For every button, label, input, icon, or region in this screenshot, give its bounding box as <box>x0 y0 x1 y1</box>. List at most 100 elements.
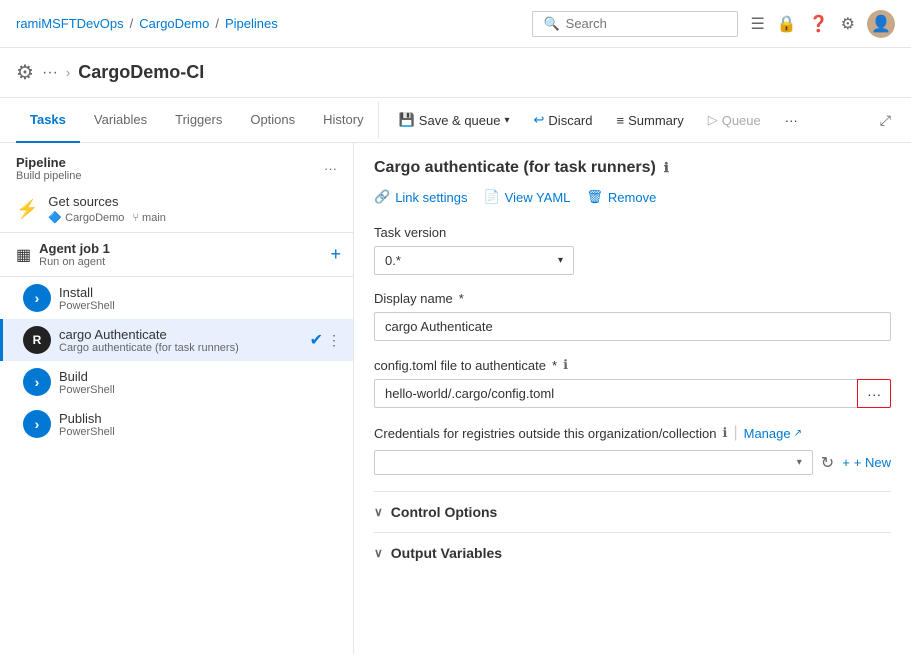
control-options-chevron-icon: ∨ <box>374 505 383 519</box>
tab-variables[interactable]: Variables <box>80 99 161 143</box>
task-version-select[interactable]: 0.* ▾ <box>374 246 574 275</box>
more-toolbar-button[interactable]: ··· <box>777 109 806 132</box>
discard-label: Discard <box>548 113 592 128</box>
display-name-group: Display name * <box>374 291 891 341</box>
credentials-select[interactable]: ▾ <box>374 450 813 475</box>
tab-history[interactable]: History <box>309 99 377 143</box>
breadcrumb-org[interactable]: ramiMSFTDevOps <box>16 16 124 31</box>
plus-icon: + <box>842 455 850 470</box>
remove-label: Remove <box>608 190 656 205</box>
output-variables-section[interactable]: ∨ Output Variables <box>374 532 891 573</box>
task-version-group: Task version 0.* ▾ <box>374 225 891 275</box>
link-settings-label: Link settings <box>395 190 467 205</box>
more-options-icon[interactable]: ··· <box>42 64 58 82</box>
task-install-sub: PowerShell <box>59 300 341 312</box>
view-yaml-button[interactable]: 📄 View YAML <box>483 189 570 205</box>
title-info-icon[interactable]: ℹ <box>664 160 669 176</box>
save-icon: 💾 <box>399 112 415 128</box>
display-name-label: Display name * <box>374 291 891 306</box>
get-sources-meta: 🔷 CargoDemo ⑂ main <box>48 211 337 224</box>
yaml-icon: 📄 <box>483 189 499 205</box>
main-layout: Pipeline Build pipeline ··· ⚡ Get source… <box>0 143 911 654</box>
agent-job-icon: ▦ <box>16 245 31 265</box>
output-variables-label: Output Variables <box>391 545 502 561</box>
ellipsis-icon: ··· <box>867 386 881 402</box>
breadcrumb-pipelines[interactable]: Pipelines <box>225 16 278 31</box>
remove-button[interactable]: 🗑 Remove <box>586 189 656 205</box>
credentials-label: Credentials for registries outside this … <box>374 424 891 442</box>
display-name-input[interactable] <box>374 312 891 341</box>
config-toml-browse-button[interactable]: ··· <box>857 379 891 408</box>
more-icon: ··· <box>785 113 798 128</box>
help-icon[interactable]: ❓ <box>809 14 829 34</box>
agent-job-header: ▦ Agent job 1 Run on agent + <box>0 232 353 277</box>
remove-icon: 🗑 <box>586 189 603 205</box>
link-settings-button[interactable]: 🔗 Link settings <box>374 189 467 205</box>
new-label: + New <box>854 455 891 470</box>
task-publish-name: Publish <box>59 411 341 426</box>
credentials-info-icon[interactable]: ℹ <box>723 425 728 441</box>
task-cargo-name: cargo Authenticate <box>59 327 310 342</box>
agent-job-sub: Run on agent <box>39 256 110 268</box>
task-publish[interactable]: › Publish PowerShell <box>0 403 353 445</box>
config-toml-label-text: config.toml file to authenticate <box>374 358 546 373</box>
list-icon[interactable]: ☰ <box>750 14 764 34</box>
summary-icon: ≡ <box>617 113 625 128</box>
config-toml-input[interactable] <box>374 379 857 408</box>
summary-button[interactable]: ≡ Summary <box>609 109 692 132</box>
get-sources-name: Get sources <box>48 194 337 209</box>
control-options-section[interactable]: ∨ Control Options <box>374 491 891 532</box>
task-cargo-authenticate[interactable]: R cargo Authenticate Cargo authenticate … <box>0 319 353 361</box>
repo-name: CargoDemo <box>65 212 124 224</box>
task-version-label: Task version <box>374 225 891 240</box>
agent-job-text: Agent job 1 Run on agent <box>39 241 110 268</box>
tab-options[interactable]: Options <box>236 99 309 143</box>
output-variables-chevron-icon: ∨ <box>374 546 383 560</box>
expand-button[interactable]: ⤢ <box>872 108 899 133</box>
task-build-name: Build <box>59 369 341 384</box>
manage-link[interactable]: Manage ↗ <box>744 426 802 441</box>
task-publish-sub: PowerShell <box>59 426 341 438</box>
save-queue-button[interactable]: 💾 Save & queue ▾ <box>391 108 518 132</box>
search-input[interactable] <box>566 16 728 31</box>
repo-icon: 🔷 <box>48 211 62 224</box>
add-task-button[interactable]: + <box>330 244 341 265</box>
page-header: ⚙ ··· › CargoDemo-CI <box>0 48 911 98</box>
get-sources-item[interactable]: ⚡ Get sources 🔷 CargoDemo ⑂ main <box>0 186 353 232</box>
pipeline-section-header: Pipeline Build pipeline ··· <box>0 143 353 186</box>
branch-meta: ⑂ main <box>132 212 165 224</box>
display-name-label-text: Display name <box>374 291 453 306</box>
task-version-value: 0.* <box>385 253 401 268</box>
tab-triggers[interactable]: Triggers <box>161 99 236 143</box>
content-title: Cargo authenticate (for task runners) ℹ <box>374 159 891 177</box>
branch-icon: ⑂ <box>132 212 139 224</box>
config-toml-required: * <box>552 358 557 373</box>
lock-icon[interactable]: 🔒 <box>777 14 797 34</box>
search-icon: 🔍 <box>543 16 559 32</box>
breadcrumb-project[interactable]: CargoDemo <box>139 16 209 31</box>
task-install[interactable]: › Install PowerShell <box>0 277 353 319</box>
sidebar: Pipeline Build pipeline ··· ⚡ Get source… <box>0 143 354 654</box>
page-title: CargoDemo-CI <box>78 62 204 83</box>
credentials-row: ▾ ↻ + + New <box>374 450 891 475</box>
credentials-add-button[interactable]: + + New <box>842 455 891 470</box>
discard-button[interactable]: ↩ Discard <box>526 108 601 132</box>
task-build[interactable]: › Build PowerShell <box>0 361 353 403</box>
credentials-refresh-button[interactable]: ↻ <box>821 453 834 473</box>
settings-icon[interactable]: ⚙ <box>841 14 855 34</box>
agent-job-left: ▦ Agent job 1 Run on agent <box>16 241 110 268</box>
task-install-icon: › <box>23 284 51 312</box>
avatar[interactable]: 👤 <box>867 10 895 38</box>
repo-meta: 🔷 CargoDemo <box>48 211 124 224</box>
search-box[interactable]: 🔍 <box>532 11 738 37</box>
content-area: Cargo authenticate (for task runners) ℹ … <box>354 143 911 654</box>
pipeline-more-icon[interactable]: ··· <box>324 161 337 176</box>
tab-tasks[interactable]: Tasks <box>16 99 80 143</box>
content-title-text: Cargo authenticate (for task runners) <box>374 159 656 177</box>
config-toml-info-icon[interactable]: ℹ <box>563 357 568 373</box>
task-more-icon[interactable]: ⋮ <box>327 332 341 349</box>
task-build-sub: PowerShell <box>59 384 341 396</box>
credentials-dropdown-icon: ▾ <box>797 457 802 468</box>
version-dropdown-icon: ▾ <box>558 255 563 266</box>
queue-button[interactable]: ▷ Queue <box>700 108 769 132</box>
